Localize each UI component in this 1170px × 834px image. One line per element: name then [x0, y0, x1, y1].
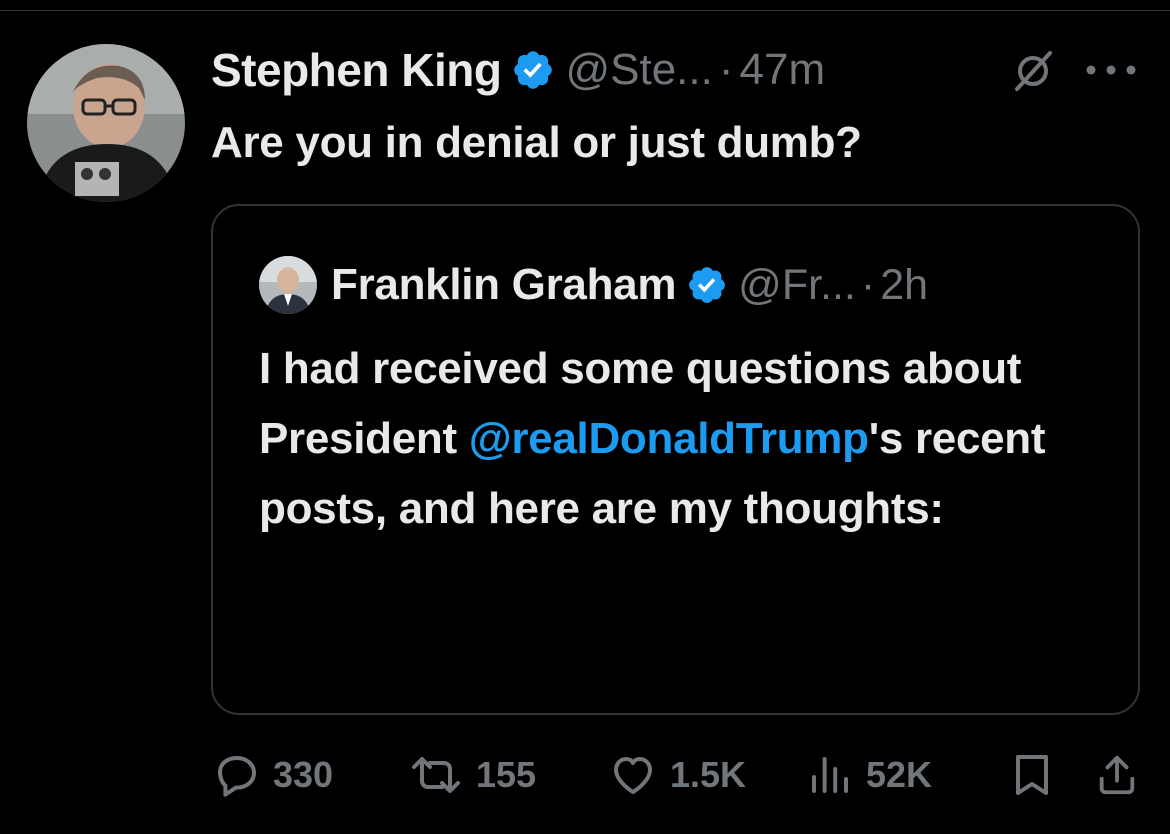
reply-icon: [218, 756, 256, 797]
author-handle[interactable]: @Ste...: [565, 45, 712, 95]
more-icon[interactable]: [1083, 60, 1139, 80]
heart-icon: [614, 757, 652, 794]
verified-badge-icon[interactable]: [686, 264, 728, 306]
quoted-post-time[interactable]: 2h: [880, 261, 928, 310]
bookmark-icon: [1016, 755, 1048, 795]
repost-count: 155: [476, 754, 537, 795]
action-bar: 330 155 1.5K 52K: [0, 750, 1170, 800]
post-text: Are you in denial or just dumb?: [211, 118, 862, 167]
views-icon: [812, 757, 848, 793]
quoted-author-handle[interactable]: @Fr...: [738, 261, 856, 310]
separator-dot: ·: [860, 260, 876, 309]
quoted-post-header: Franklin Graham @Fr... · 2h: [259, 256, 928, 314]
views-count: 52K: [866, 754, 933, 795]
separator-dot: ·: [718, 45, 734, 94]
top-divider: [0, 10, 1170, 11]
post-header: Stephen King @Ste... · 47m: [211, 40, 825, 100]
repost-icon: [412, 757, 460, 793]
like-button[interactable]: 1.5K: [608, 750, 746, 800]
quoted-author-avatar[interactable]: [259, 256, 317, 314]
share-button[interactable]: [1094, 750, 1140, 800]
grok-icon[interactable]: [1010, 48, 1056, 94]
post-time[interactable]: 47m: [740, 45, 826, 95]
quoted-post-card[interactable]: Franklin Graham @Fr... · 2h I had receiv…: [211, 204, 1140, 715]
mention-link[interactable]: @realDonaldTrump: [469, 414, 869, 463]
repost-button[interactable]: 155: [408, 750, 536, 800]
author-avatar[interactable]: [27, 44, 185, 202]
reply-button[interactable]: 330: [213, 750, 333, 800]
reply-count: 330: [273, 754, 334, 795]
verified-badge-icon[interactable]: [511, 48, 555, 92]
like-count: 1.5K: [670, 754, 747, 795]
author-display-name[interactable]: Stephen King: [211, 43, 502, 97]
quoted-post-text: I had received some questions about Pres…: [259, 334, 1109, 544]
quoted-author-display-name[interactable]: Franklin Graham: [331, 260, 676, 310]
views-button[interactable]: 52K: [806, 750, 932, 800]
share-icon: [1099, 755, 1135, 795]
bookmark-button[interactable]: [1010, 750, 1054, 800]
